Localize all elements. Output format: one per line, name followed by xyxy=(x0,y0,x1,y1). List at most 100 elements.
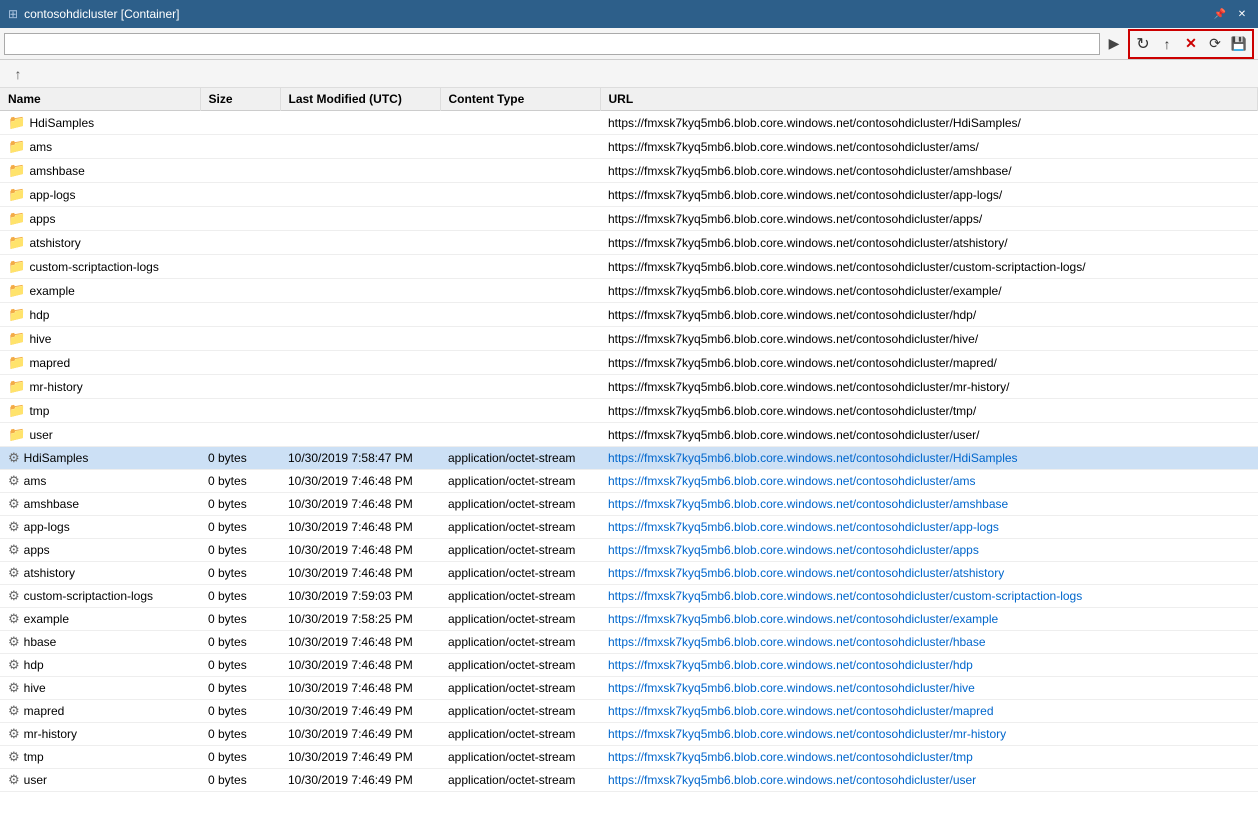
folder-url: https://fmxsk7kyq5mb6.blob.core.windows.… xyxy=(600,231,1258,255)
folder-row[interactable]: 📁 HdiSamples https://fmxsk7kyq5mb6.blob.… xyxy=(0,111,1258,135)
file-row[interactable]: ⚙ amshbase 0 bytes 10/30/2019 7:46:48 PM… xyxy=(0,493,1258,516)
nav-bar: ↑ xyxy=(0,60,1258,88)
file-row[interactable]: ⚙ ams 0 bytes 10/30/2019 7:46:48 PM appl… xyxy=(0,470,1258,493)
folder-type xyxy=(440,399,600,423)
file-size: 0 bytes xyxy=(200,585,280,608)
folder-size xyxy=(200,423,280,447)
file-name-cell: ⚙ hbase xyxy=(0,631,200,654)
folder-size xyxy=(200,399,280,423)
file-date: 10/30/2019 7:46:48 PM xyxy=(280,539,440,562)
folder-url: https://fmxsk7kyq5mb6.blob.core.windows.… xyxy=(600,207,1258,231)
file-row[interactable]: ⚙ hive 0 bytes 10/30/2019 7:46:48 PM app… xyxy=(0,677,1258,700)
col-header-name[interactable]: Name xyxy=(0,88,200,111)
folder-row[interactable]: 📁 custom-scriptaction-logs https://fmxsk… xyxy=(0,255,1258,279)
file-type: application/octet-stream xyxy=(440,516,600,539)
folder-name: 📁 atshistory xyxy=(0,231,200,255)
folder-name: 📁 hive xyxy=(0,327,200,351)
folder-url: https://fmxsk7kyq5mb6.blob.core.windows.… xyxy=(600,423,1258,447)
folder-size xyxy=(200,135,280,159)
upload-button[interactable]: ↑ xyxy=(1155,32,1179,56)
file-row[interactable]: ⚙ tmp 0 bytes 10/30/2019 7:46:49 PM appl… xyxy=(0,746,1258,769)
folder-row[interactable]: 📁 tmp https://fmxsk7kyq5mb6.blob.core.wi… xyxy=(0,399,1258,423)
folder-name: 📁 mr-history xyxy=(0,375,200,399)
folder-date xyxy=(280,303,440,327)
col-header-type[interactable]: Content Type xyxy=(440,88,600,111)
folder-name: 📁 tmp xyxy=(0,399,200,423)
folder-icon: 📁 xyxy=(8,114,25,131)
file-url: https://fmxsk7kyq5mb6.blob.core.windows.… xyxy=(600,585,1258,608)
folder-date xyxy=(280,231,440,255)
folder-row[interactable]: 📁 apps https://fmxsk7kyq5mb6.blob.core.w… xyxy=(0,207,1258,231)
col-header-date[interactable]: Last Modified (UTC) xyxy=(280,88,440,111)
file-row[interactable]: ⚙ apps 0 bytes 10/30/2019 7:46:48 PM app… xyxy=(0,539,1258,562)
save-button[interactable]: 💾 xyxy=(1227,32,1251,56)
folder-row[interactable]: 📁 mapred https://fmxsk7kyq5mb6.blob.core… xyxy=(0,351,1258,375)
folder-date xyxy=(280,111,440,135)
folder-row[interactable]: 📁 hive https://fmxsk7kyq5mb6.blob.core.w… xyxy=(0,327,1258,351)
file-row[interactable]: ⚙ custom-scriptaction-logs 0 bytes 10/30… xyxy=(0,585,1258,608)
folder-date xyxy=(280,423,440,447)
folder-row[interactable]: 📁 mr-history https://fmxsk7kyq5mb6.blob.… xyxy=(0,375,1258,399)
file-icon: ⚙ xyxy=(8,726,20,742)
folder-name: 📁 ams xyxy=(0,135,200,159)
folder-row[interactable]: 📁 example https://fmxsk7kyq5mb6.blob.cor… xyxy=(0,279,1258,303)
folder-size xyxy=(200,303,280,327)
up-button[interactable]: ↑ xyxy=(8,64,28,84)
file-name-cell: ⚙ amshbase xyxy=(0,493,200,516)
file-type: application/octet-stream xyxy=(440,769,600,792)
folder-name: 📁 mapred xyxy=(0,351,200,375)
folder-type xyxy=(440,423,600,447)
folder-row[interactable]: 📁 app-logs https://fmxsk7kyq5mb6.blob.co… xyxy=(0,183,1258,207)
file-row[interactable]: ⚙ hbase 0 bytes 10/30/2019 7:46:48 PM ap… xyxy=(0,631,1258,654)
file-icon: ⚙ xyxy=(8,634,20,650)
folder-row[interactable]: 📁 ams https://fmxsk7kyq5mb6.blob.core.wi… xyxy=(0,135,1258,159)
file-icon: ⚙ xyxy=(8,450,20,466)
file-icon: ⚙ xyxy=(8,588,20,604)
file-row[interactable]: ⚙ hdp 0 bytes 10/30/2019 7:46:48 PM appl… xyxy=(0,654,1258,677)
file-row[interactable]: ⚙ HdiSamples 0 bytes 10/30/2019 7:58:47 … xyxy=(0,447,1258,470)
col-header-url[interactable]: URL xyxy=(600,88,1258,111)
folder-size xyxy=(200,159,280,183)
file-date: 10/30/2019 7:46:49 PM xyxy=(280,723,440,746)
file-url: https://fmxsk7kyq5mb6.blob.core.windows.… xyxy=(600,562,1258,585)
folder-type xyxy=(440,207,600,231)
file-row[interactable]: ⚙ mr-history 0 bytes 10/30/2019 7:46:49 … xyxy=(0,723,1258,746)
action-buttons: ↻ ↑ ✕ ⟳ 💾 xyxy=(1128,29,1254,59)
folder-url: https://fmxsk7kyq5mb6.blob.core.windows.… xyxy=(600,111,1258,135)
file-type: application/octet-stream xyxy=(440,723,600,746)
file-row[interactable]: ⚙ app-logs 0 bytes 10/30/2019 7:46:48 PM… xyxy=(0,516,1258,539)
refresh-button[interactable]: ↻ xyxy=(1131,32,1155,56)
run-button[interactable]: ▶ xyxy=(1102,32,1126,56)
folder-row[interactable]: 📁 user https://fmxsk7kyq5mb6.blob.core.w… xyxy=(0,423,1258,447)
col-header-size[interactable]: Size xyxy=(200,88,280,111)
file-icon: ⚙ xyxy=(8,749,20,765)
folder-icon: 📁 xyxy=(8,138,25,155)
folder-size xyxy=(200,375,280,399)
folder-name: 📁 amshbase xyxy=(0,159,200,183)
file-row[interactable]: ⚙ mapred 0 bytes 10/30/2019 7:46:49 PM a… xyxy=(0,700,1258,723)
folder-date xyxy=(280,183,440,207)
folder-icon: 📁 xyxy=(8,306,25,323)
pin-button[interactable]: 📌 xyxy=(1212,6,1228,22)
file-row[interactable]: ⚙ user 0 bytes 10/30/2019 7:46:49 PM app… xyxy=(0,769,1258,792)
file-size: 0 bytes xyxy=(200,493,280,516)
reload-button[interactable]: ⟳ xyxy=(1203,32,1227,56)
file-date: 10/30/2019 7:46:49 PM xyxy=(280,769,440,792)
folder-url: https://fmxsk7kyq5mb6.blob.core.windows.… xyxy=(600,159,1258,183)
file-name-cell: ⚙ tmp xyxy=(0,746,200,769)
folder-row[interactable]: 📁 atshistory https://fmxsk7kyq5mb6.blob.… xyxy=(0,231,1258,255)
file-size: 0 bytes xyxy=(200,608,280,631)
close-button[interactable]: ✕ xyxy=(1234,6,1250,22)
path-input[interactable] xyxy=(4,33,1100,55)
file-row[interactable]: ⚙ example 0 bytes 10/30/2019 7:58:25 PM … xyxy=(0,608,1258,631)
file-row[interactable]: ⚙ atshistory 0 bytes 10/30/2019 7:46:48 … xyxy=(0,562,1258,585)
folder-row[interactable]: 📁 hdp https://fmxsk7kyq5mb6.blob.core.wi… xyxy=(0,303,1258,327)
file-url: https://fmxsk7kyq5mb6.blob.core.windows.… xyxy=(600,493,1258,516)
folder-size xyxy=(200,231,280,255)
folder-type xyxy=(440,231,600,255)
cancel-button[interactable]: ✕ xyxy=(1179,32,1203,56)
window-title: contosohdicluster [Container] xyxy=(24,7,1206,21)
folder-row[interactable]: 📁 amshbase https://fmxsk7kyq5mb6.blob.co… xyxy=(0,159,1258,183)
file-type: application/octet-stream xyxy=(440,470,600,493)
file-icon: ⚙ xyxy=(8,657,20,673)
